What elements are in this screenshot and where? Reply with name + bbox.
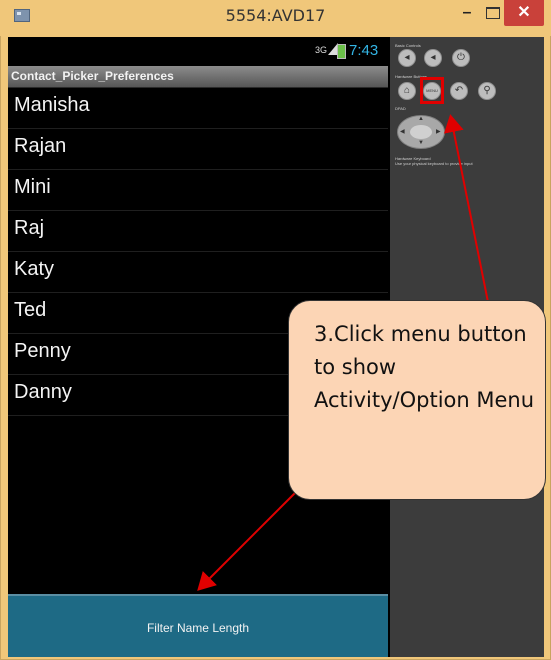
instruction-callout: 3.Click menu button to show Activity/Opt… bbox=[288, 300, 546, 500]
arrow-to-options-menu bbox=[197, 487, 301, 591]
callout-text: 3.Click menu button to show Activity/Opt… bbox=[314, 322, 535, 412]
arrow-to-menu-button bbox=[443, 114, 489, 303]
